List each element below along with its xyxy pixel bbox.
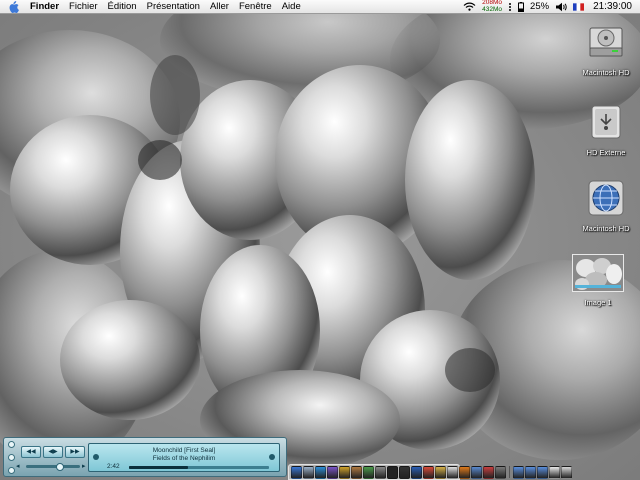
menu-aller[interactable]: Aller [205,0,234,14]
desktop-icon-label: Image 1 [584,298,612,307]
elapsed-time: 2:42 [107,463,120,470]
volume-icon[interactable] [552,2,570,12]
dock-docked-items [513,465,572,479]
hard-drive-icon [586,22,626,62]
track-artist: Fields of the Nephilim [152,455,216,462]
address-book-icon[interactable] [351,465,362,479]
player-minimize-button[interactable] [8,454,15,461]
menubar-clock[interactable]: 21:39:00 [587,0,640,14]
menu-aide[interactable]: Aide [277,0,306,14]
app-icon[interactable] [495,465,506,479]
itunes-icon[interactable] [327,465,338,479]
prev-track-button[interactable]: ◀◀ [21,446,41,458]
battery-percent: 25% [530,0,550,12]
desktop-icon-label: HD Externe [586,148,626,157]
memory-free: 432Mo [482,5,503,13]
desktop-icon-image-1[interactable]: Image 1 [562,254,634,310]
app-icon[interactable] [483,465,494,479]
prev-icon: ◀◀ [26,449,36,455]
system-prefs-icon[interactable] [375,465,386,479]
folder-icon[interactable] [537,465,548,479]
menu-fenetre[interactable]: Fenêtre [234,0,277,14]
player-menu-button[interactable] [8,467,15,474]
french-flag-icon[interactable] [570,2,587,11]
desktop-wallpaper [0,0,640,480]
track-title: Moonchild [First Seal] [152,447,216,454]
firewire-drive-icon [586,102,626,142]
volume-slider[interactable] [26,463,80,471]
menu-edition[interactable]: Édition [103,0,142,14]
volume-low-icon: ◂ [16,463,20,470]
safari-icon[interactable] [315,465,326,479]
textedit-icon[interactable] [447,465,458,479]
firefox-icon[interactable] [459,465,470,479]
desktop-icon-macintosh-hd[interactable]: Macintosh HD [570,22,640,80]
app-icon[interactable] [471,465,482,479]
airport-wifi-icon[interactable] [460,2,479,11]
desktop-icon-network-volume[interactable]: Macintosh HD [570,178,640,236]
battery-icon[interactable] [515,1,527,12]
dock [288,464,572,480]
image-thumbnail-icon [572,254,624,292]
network-globe-icon [586,178,626,218]
terminal-icon[interactable] [387,465,398,479]
desktop-icon-hd-externe[interactable]: HD Externe [570,102,640,160]
memory-monitor[interactable]: 208Mo 432Mo [482,0,502,13]
music-player-widget[interactable]: ◀◀ ◀▶ ▶▶ ◂ ▸ Moonchild [First Seal] Fiel… [3,437,287,477]
volume-high-icon: ▸ [82,463,86,470]
apple-menu-icon[interactable] [8,0,22,14]
player-display: Moonchild [First Seal] Fields of the Nep… [88,443,280,472]
play-pause-button[interactable]: ◀▶ [43,446,63,458]
next-track-button[interactable]: ▶▶ [65,446,85,458]
finder-icon[interactable] [291,465,302,479]
dots-menu-icon[interactable] [505,2,515,12]
track-progress-bar[interactable] [129,466,269,469]
next-icon: ▶▶ [70,449,80,455]
track-progress-fill [129,466,188,469]
dock-separator [509,466,510,478]
trash-icon[interactable] [561,465,572,479]
desktop-icon-label: Macintosh HD [582,68,630,77]
menu-app-finder[interactable]: Finder [25,0,64,14]
quicktime-icon[interactable] [411,465,422,479]
preview-icon[interactable] [435,465,446,479]
dock-apps [291,465,506,479]
ichat-icon[interactable] [339,465,350,479]
volume-knob[interactable] [56,463,64,471]
document-icon[interactable] [549,465,560,479]
player-close-button[interactable] [8,441,15,448]
folder-icon[interactable] [525,465,536,479]
calendar-icon[interactable] [423,465,434,479]
play-pause-icon: ◀▶ [48,449,58,455]
photo-icon[interactable] [363,465,374,479]
mail-icon[interactable] [303,465,314,479]
menu-bar: Finder Fichier Édition Présentation Alle… [0,0,640,14]
menu-fichier[interactable]: Fichier [64,0,103,14]
folder-icon[interactable] [513,465,524,479]
menu-presentation[interactable]: Présentation [142,0,205,14]
dvd-icon[interactable] [399,465,410,479]
desktop-icon-label: Macintosh HD [582,224,630,233]
